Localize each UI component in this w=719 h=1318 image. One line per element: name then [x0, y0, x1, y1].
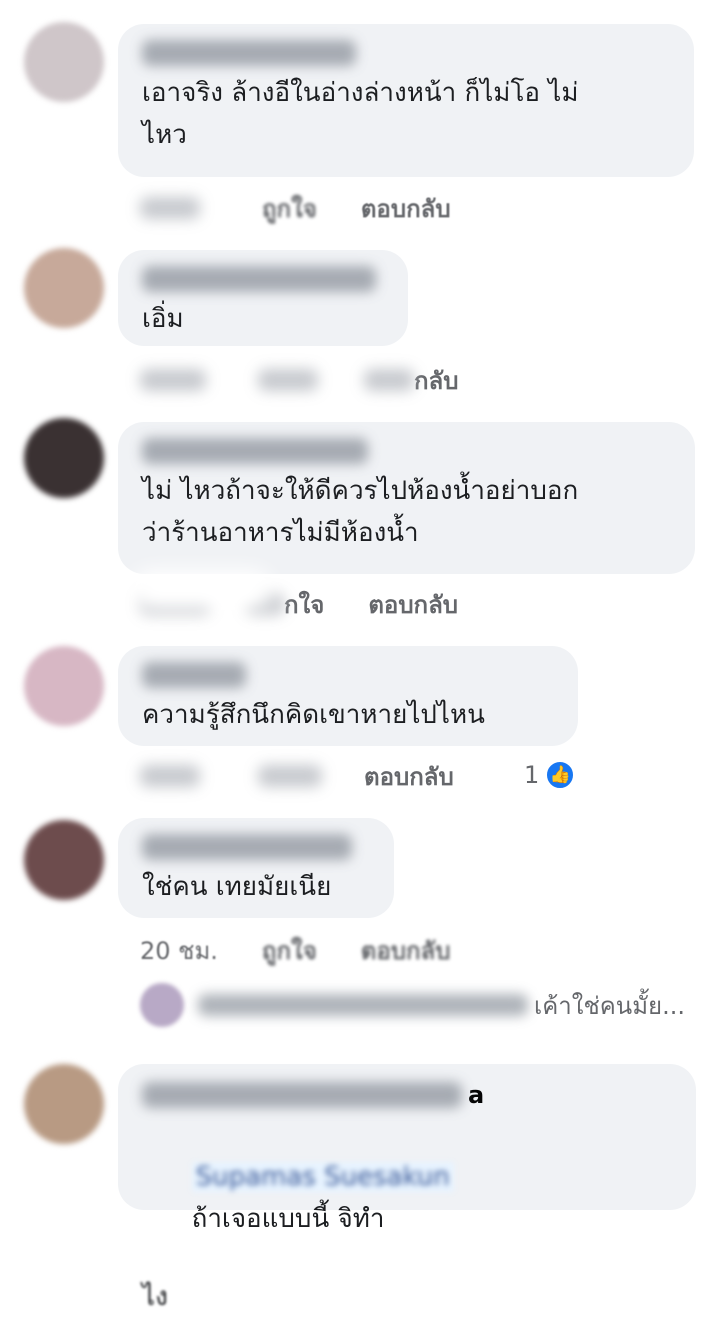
avatar[interactable] [24, 646, 104, 726]
author-name[interactable] [142, 662, 246, 688]
like-action[interactable]: ถูกใจ [262, 189, 317, 228]
comment-bubble: ความรู้สึกนึกคิดเขาหายไปไหน [118, 646, 578, 746]
comment-text-line2: ไง [142, 1282, 168, 1312]
reply-action-blur[interactable] [364, 369, 414, 391]
comment-actions: กลับ [140, 360, 458, 400]
reply-action[interactable]: ตอบกลับ [361, 931, 451, 970]
comment-text: ไม่ ไหวถ้าจะให้ดีควรไปห้องน้ำอย่าบอก ว่า… [142, 476, 579, 548]
author-name[interactable] [142, 266, 376, 292]
comment-text: ความรู้สึกนึกคิดเขาหายไปไหน [142, 700, 485, 730]
avatar[interactable] [24, 820, 104, 900]
comment-actions: 20 ชม. ถูกใจ ตอบกลับ [140, 930, 450, 970]
timestamp: 20 ชม. [140, 936, 218, 965]
author-name[interactable] [142, 40, 356, 66]
reply-action[interactable]: ตอบกลับ [361, 189, 451, 228]
reaction-count[interactable]: 1 👍 [524, 760, 576, 790]
timestamp [140, 197, 200, 219]
timestamp [140, 369, 206, 391]
comment-text: เอาจริง ล้างอีในอ่างล่างหน้า ก็ไม่โอ ไม่… [142, 78, 579, 150]
avatar[interactable] [24, 248, 104, 328]
comment-bubble: เอาจริง ล้างอีในอ่างล่างหน้า ก็ไม่โอ ไม่… [118, 24, 694, 177]
reply-preview[interactable]: เค้าใช่คนมั้ย... [140, 980, 685, 1030]
reply-action[interactable]: ตอบกลับ [364, 757, 454, 796]
author-name-suffix: a [468, 1081, 485, 1109]
thumbs-up-icon: 👍 [545, 760, 576, 790]
author-name[interactable] [142, 834, 352, 860]
author-name[interactable] [142, 1082, 462, 1108]
comment-bubble: เอิ่ม [118, 250, 408, 346]
reaction-count-value: 1 [524, 761, 540, 789]
comment-text: เอิ่ม [142, 304, 184, 334]
avatar[interactable] [24, 418, 104, 498]
comment-text: Supamas Suesakun ถ้าเจอแบบนี้ จิทำ [142, 1114, 672, 1282]
reply-author [198, 994, 528, 1016]
comment-bubble: ใช่คน เทยมัยเนีย [118, 818, 394, 918]
like-action[interactable]: กใจ [284, 585, 324, 624]
reply-action[interactable]: กลับ [414, 361, 458, 400]
reply-preview-text: เค้าใช่คนมั้ย... [534, 991, 685, 1020]
comment-bubble: a Supamas Suesakun ถ้าเจอแบบนี้ จิทำ ไง [118, 1064, 696, 1312]
comment-actions: ถูกใจ ตอบกลับ [140, 188, 451, 228]
like-action[interactable]: ถูกใจ [262, 931, 317, 970]
author-name[interactable] [142, 438, 368, 464]
avatar[interactable] [24, 1064, 104, 1144]
comment-text-body: ถ้าเจอแบบนี้ จิทำ [191, 1204, 385, 1234]
author-row: a [142, 1080, 672, 1110]
avatar[interactable] [24, 22, 104, 102]
like-action[interactable] [258, 369, 318, 391]
comment-bubble: ไม่ ไหวถ้าจะให้ดีควรไปห้องน้ำอย่าบอก ว่า… [118, 422, 695, 574]
like-action[interactable] [258, 765, 322, 787]
comment-text: ใช่คน เทยมัยเนีย [142, 872, 332, 902]
comment-actions: ตอบกลับ [140, 756, 454, 796]
avatar [140, 983, 184, 1027]
reply-action[interactable]: ตอบกลับ [368, 585, 458, 624]
blur-mask [132, 570, 272, 610]
mention-link[interactable]: Supamas Suesakun [191, 1162, 454, 1192]
timestamp [140, 765, 200, 787]
